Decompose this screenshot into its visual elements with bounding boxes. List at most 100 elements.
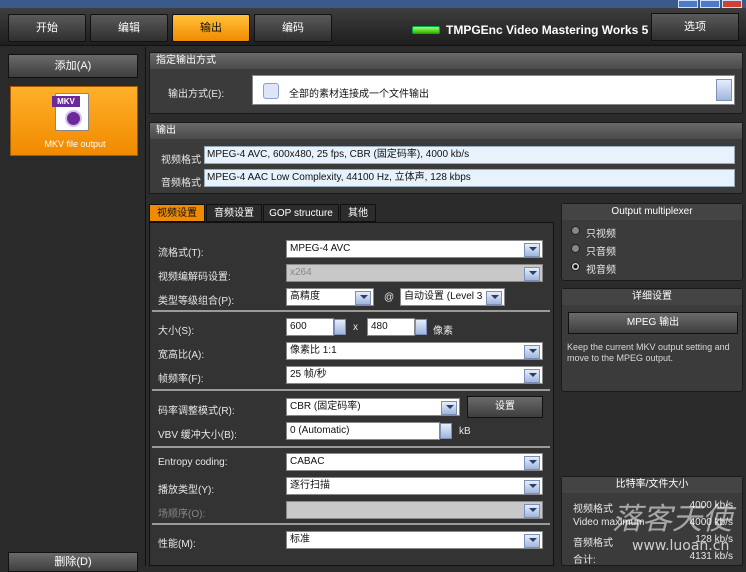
- aspect-label: 宽高比(A):: [158, 350, 205, 361]
- at-sign: @: [384, 292, 395, 303]
- level-select[interactable]: 自动设置 (Level 3: [400, 288, 505, 306]
- chevron-down-icon: [360, 295, 368, 299]
- profile-select[interactable]: 高精度: [286, 288, 374, 306]
- title-bar: [0, 0, 746, 8]
- chevron-down-icon: [529, 508, 537, 512]
- radio-audio-only-label: 只音频: [586, 247, 616, 258]
- vbv-unit: kB: [459, 426, 471, 437]
- vbv-input[interactable]: 0 (Automatic): [286, 422, 440, 440]
- rate-settings-button[interactable]: 设置: [467, 396, 543, 418]
- output-item-mkv[interactable]: MKV MKV file output: [10, 86, 138, 156]
- vbv-label: VBV 缓冲大小(B):: [158, 430, 237, 441]
- maximize-icon[interactable]: [700, 0, 720, 8]
- main-nav: 开始 编辑 输出 编码 TMPGEnc Video Mastering Work…: [0, 8, 746, 46]
- stream-format-label: 流格式(T):: [158, 248, 204, 259]
- mkv-file-icon: MKV: [52, 93, 89, 131]
- chevron-down-icon: [529, 484, 537, 488]
- entropy-label: Entropy coding:: [158, 457, 228, 468]
- codec-select: x264: [286, 264, 543, 282]
- vbv-spinner-icon[interactable]: [440, 423, 452, 439]
- profile-value: 高精度: [290, 291, 320, 302]
- radio-video-audio[interactable]: [571, 262, 580, 271]
- video-format-summary: MPEG-4 AVC, 600x480, 25 fps, CBR (固定码率),…: [204, 146, 735, 164]
- detail-header: 详细设置: [562, 289, 742, 305]
- rate-mode-value: CBR (固定码率): [290, 401, 361, 412]
- audio-format-label: 音频格式: [161, 178, 201, 189]
- performance-select[interactable]: 标准: [286, 531, 543, 549]
- tab-video-settings[interactable]: 视频设置: [149, 204, 205, 222]
- entropy-value: CABAC: [290, 456, 325, 467]
- tab-output[interactable]: 输出: [172, 14, 250, 42]
- aspect-value: 像素比 1:1: [290, 345, 337, 356]
- tab-audio-settings[interactable]: 音频设置: [206, 204, 262, 222]
- chevron-down-icon: [491, 295, 499, 299]
- tab-encode[interactable]: 编码: [254, 14, 332, 42]
- chevron-down-icon[interactable]: [716, 79, 732, 101]
- performance-value: 标准: [290, 534, 310, 545]
- scan-type-label: 播放类型(Y):: [158, 485, 215, 496]
- watermark-url: www.luoan.cn: [632, 538, 730, 554]
- app-title: TMPGEnc Video Mastering Works 5: [446, 23, 649, 37]
- join-files-icon: [263, 83, 279, 99]
- window-controls: [678, 0, 742, 8]
- scan-type-select[interactable]: 逐行扫描: [286, 477, 543, 495]
- framerate-label: 帧频率(F):: [158, 374, 204, 385]
- tab-edit[interactable]: 编辑: [90, 14, 168, 42]
- stream-format-value: MPEG-4 AVC: [290, 243, 351, 254]
- size-x-sign: x: [353, 322, 358, 333]
- rate-mode-select[interactable]: CBR (固定码率): [286, 398, 460, 416]
- output-method-select[interactable]: 全部的素材连接成一个文件输出: [252, 75, 735, 105]
- height-spinner-icon[interactable]: [415, 319, 427, 335]
- radio-audio-only[interactable]: [571, 244, 580, 253]
- tab-start[interactable]: 开始: [8, 14, 86, 42]
- bitrate-row-label: 视频格式: [573, 504, 613, 515]
- scan-type-value: 逐行扫描: [290, 480, 330, 491]
- bitrate-row-label: 音频格式: [573, 538, 613, 549]
- status-led-icon: [412, 26, 440, 34]
- rate-mode-label: 码率调整模式(R):: [158, 406, 235, 417]
- size-label: 大小(S):: [158, 326, 195, 337]
- height-input[interactable]: 480: [367, 318, 415, 336]
- aspect-select[interactable]: 像素比 1:1: [286, 342, 543, 360]
- add-button[interactable]: 添加(A): [8, 54, 138, 78]
- codec-value: x264: [290, 267, 312, 278]
- bitrate-row-label: 合计:: [573, 555, 596, 566]
- radio-video-only[interactable]: [571, 226, 580, 235]
- divider: [152, 389, 550, 391]
- divider: [152, 523, 550, 525]
- level-value: 自动设置 (Level 3: [404, 291, 483, 302]
- chevron-down-icon: [446, 405, 454, 409]
- watermark-logo: 落客天使: [612, 502, 732, 537]
- field-order-label: 场顺序(O):: [158, 509, 206, 520]
- output-summary-header: 输出: [150, 123, 742, 139]
- close-icon[interactable]: [722, 0, 742, 8]
- performance-label: 性能(M):: [158, 539, 196, 550]
- framerate-value: 25 帧/秒: [290, 369, 327, 380]
- width-spinner-icon[interactable]: [334, 319, 346, 335]
- app-brand: TMPGEnc Video Mastering Works 5: [412, 20, 648, 40]
- delete-button[interactable]: 删除(D): [8, 552, 138, 572]
- radio-video-audio-label: 视音频: [586, 265, 616, 276]
- codec-label: 视频编解码设置:: [158, 272, 231, 283]
- radio-video-only-label: 只视频: [586, 229, 616, 240]
- options-button[interactable]: 选项: [651, 13, 739, 41]
- width-input[interactable]: 600: [286, 318, 334, 336]
- bitrate-header: 比特率/文件大小: [562, 477, 742, 493]
- stream-format-select[interactable]: MPEG-4 AVC: [286, 240, 543, 258]
- detail-note: Keep the current MKV output setting and …: [567, 342, 730, 363]
- chevron-down-icon: [529, 373, 537, 377]
- mpeg-output-button[interactable]: MPEG 输出: [568, 312, 738, 334]
- divider: [152, 446, 550, 448]
- mkv-icon-label: MKV: [52, 96, 80, 107]
- framerate-select[interactable]: 25 帧/秒: [286, 366, 543, 384]
- entropy-select[interactable]: CABAC: [286, 453, 543, 471]
- multiplexer-header: Output multiplexer: [562, 204, 742, 220]
- tab-other[interactable]: 其他: [340, 204, 376, 222]
- tab-gop-structure[interactable]: GOP structure: [263, 204, 339, 222]
- profile-label: 类型等级组合(P):: [158, 296, 235, 307]
- output-item-label: MKV file output: [44, 139, 106, 149]
- chevron-down-icon: [529, 538, 537, 542]
- minimize-icon[interactable]: [678, 0, 698, 8]
- chevron-down-icon: [529, 247, 537, 251]
- divider: [152, 310, 550, 312]
